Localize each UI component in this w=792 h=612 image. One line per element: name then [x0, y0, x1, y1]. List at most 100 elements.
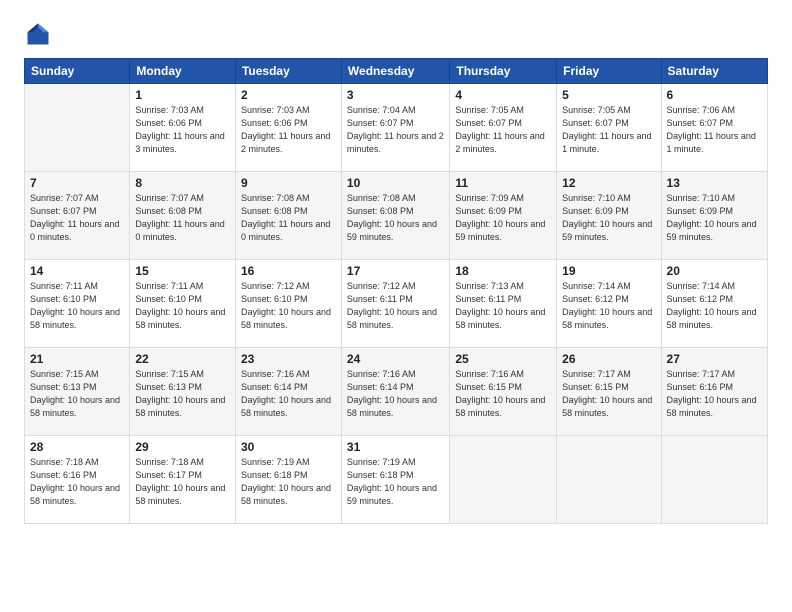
day-number: 6 — [667, 88, 762, 102]
day-number: 5 — [562, 88, 655, 102]
day-cell: 31 Sunrise: 7:19 AMSunset: 6:18 PMDayligh… — [341, 436, 449, 524]
day-info: Sunrise: 7:07 AMSunset: 6:07 PMDaylight:… — [30, 192, 124, 244]
header — [24, 20, 768, 48]
day-info: Sunrise: 7:03 AMSunset: 6:06 PMDaylight:… — [135, 104, 230, 156]
day-cell: 26 Sunrise: 7:17 AMSunset: 6:15 PMDayligh… — [557, 348, 661, 436]
day-cell: 7 Sunrise: 7:07 AMSunset: 6:07 PMDaylight… — [25, 172, 130, 260]
day-cell: 17 Sunrise: 7:12 AMSunset: 6:11 PMDayligh… — [341, 260, 449, 348]
day-number: 9 — [241, 176, 336, 190]
day-cell: 14 Sunrise: 7:11 AMSunset: 6:10 PMDayligh… — [25, 260, 130, 348]
day-info: Sunrise: 7:16 AMSunset: 6:14 PMDaylight:… — [241, 368, 336, 420]
day-cell: 21 Sunrise: 7:15 AMSunset: 6:13 PMDayligh… — [25, 348, 130, 436]
day-info: Sunrise: 7:16 AMSunset: 6:15 PMDaylight:… — [455, 368, 551, 420]
day-number: 11 — [455, 176, 551, 190]
calendar-table: Sunday Monday Tuesday Wednesday Thursday… — [24, 58, 768, 524]
day-info: Sunrise: 7:16 AMSunset: 6:14 PMDaylight:… — [347, 368, 444, 420]
day-number: 18 — [455, 264, 551, 278]
day-number: 15 — [135, 264, 230, 278]
day-number: 29 — [135, 440, 230, 454]
logo-icon — [24, 20, 52, 48]
logo — [24, 20, 56, 48]
day-cell: 20 Sunrise: 7:14 AMSunset: 6:12 PMDayligh… — [661, 260, 767, 348]
day-cell: 13 Sunrise: 7:10 AMSunset: 6:09 PMDayligh… — [661, 172, 767, 260]
day-number: 7 — [30, 176, 124, 190]
day-number: 13 — [667, 176, 762, 190]
day-number: 20 — [667, 264, 762, 278]
day-info: Sunrise: 7:06 AMSunset: 6:07 PMDaylight:… — [667, 104, 762, 156]
day-cell: 3Sunrise: 7:04 AMSunset: 6:07 PMDaylight… — [341, 84, 449, 172]
day-cell: 4 Sunrise: 7:05 AMSunset: 6:07 PMDaylight… — [450, 84, 557, 172]
day-cell: 28 Sunrise: 7:18 AMSunset: 6:16 PMDayligh… — [25, 436, 130, 524]
day-number: 21 — [30, 352, 124, 366]
day-number: 1 — [135, 88, 230, 102]
day-cell: 22 Sunrise: 7:15 AMSunset: 6:13 PMDayligh… — [130, 348, 236, 436]
day-info: Sunrise: 7:18 AMSunset: 6:16 PMDaylight:… — [30, 456, 124, 508]
day-cell: 18 Sunrise: 7:13 AMSunset: 6:11 PMDayligh… — [450, 260, 557, 348]
day-number: 3 — [347, 88, 444, 102]
header-row: Sunday Monday Tuesday Wednesday Thursday… — [25, 59, 768, 84]
day-number: 26 — [562, 352, 655, 366]
week-row-4: 28 Sunrise: 7:18 AMSunset: 6:16 PMDayligh… — [25, 436, 768, 524]
day-number: 23 — [241, 352, 336, 366]
day-number: 10 — [347, 176, 444, 190]
day-info: Sunrise: 7:19 AMSunset: 6:18 PMDaylight:… — [241, 456, 336, 508]
day-cell: 9 Sunrise: 7:08 AMSunset: 6:08 PMDaylight… — [235, 172, 341, 260]
day-number: 30 — [241, 440, 336, 454]
day-number: 22 — [135, 352, 230, 366]
day-cell: 1 Sunrise: 7:03 AMSunset: 6:06 PMDaylight… — [130, 84, 236, 172]
day-cell — [557, 436, 661, 524]
week-row-1: 7 Sunrise: 7:07 AMSunset: 6:07 PMDaylight… — [25, 172, 768, 260]
col-tuesday: Tuesday — [235, 59, 341, 84]
day-info: Sunrise: 7:05 AMSunset: 6:07 PMDaylight:… — [455, 104, 551, 156]
col-sunday: Sunday — [25, 59, 130, 84]
day-cell: 5 Sunrise: 7:05 AMSunset: 6:07 PMDaylight… — [557, 84, 661, 172]
day-number: 31 — [347, 440, 444, 454]
day-info: Sunrise: 7:12 AMSunset: 6:11 PMDaylight:… — [347, 280, 444, 332]
day-info: Sunrise: 7:15 AMSunset: 6:13 PMDaylight:… — [30, 368, 124, 420]
day-info: Sunrise: 7:17 AMSunset: 6:15 PMDaylight:… — [562, 368, 655, 420]
day-info: Sunrise: 7:08 AMSunset: 6:08 PMDaylight:… — [347, 192, 444, 244]
week-row-2: 14 Sunrise: 7:11 AMSunset: 6:10 PMDayligh… — [25, 260, 768, 348]
week-row-3: 21 Sunrise: 7:15 AMSunset: 6:13 PMDayligh… — [25, 348, 768, 436]
day-info: Sunrise: 7:05 AMSunset: 6:07 PMDaylight:… — [562, 104, 655, 156]
day-cell: 25Sunrise: 7:16 AMSunset: 6:15 PMDayligh… — [450, 348, 557, 436]
day-number: 4 — [455, 88, 551, 102]
day-cell: 11 Sunrise: 7:09 AMSunset: 6:09 PMDayligh… — [450, 172, 557, 260]
day-cell: 16Sunrise: 7:12 AMSunset: 6:10 PMDayligh… — [235, 260, 341, 348]
day-number: 19 — [562, 264, 655, 278]
day-info: Sunrise: 7:13 AMSunset: 6:11 PMDaylight:… — [455, 280, 551, 332]
day-cell: 15 Sunrise: 7:11 AMSunset: 6:10 PMDayligh… — [130, 260, 236, 348]
day-cell — [450, 436, 557, 524]
day-cell: 29Sunrise: 7:18 AMSunset: 6:17 PMDayligh… — [130, 436, 236, 524]
day-number: 24 — [347, 352, 444, 366]
week-row-0: 1 Sunrise: 7:03 AMSunset: 6:06 PMDaylight… — [25, 84, 768, 172]
day-cell: 27Sunrise: 7:17 AMSunset: 6:16 PMDayligh… — [661, 348, 767, 436]
day-info: Sunrise: 7:12 AMSunset: 6:10 PMDaylight:… — [241, 280, 336, 332]
day-cell: 6 Sunrise: 7:06 AMSunset: 6:07 PMDaylight… — [661, 84, 767, 172]
day-info: Sunrise: 7:15 AMSunset: 6:13 PMDaylight:… — [135, 368, 230, 420]
day-cell: 12Sunrise: 7:10 AMSunset: 6:09 PMDayligh… — [557, 172, 661, 260]
col-friday: Friday — [557, 59, 661, 84]
day-info: Sunrise: 7:03 AMSunset: 6:06 PMDaylight:… — [241, 104, 336, 156]
day-number: 8 — [135, 176, 230, 190]
page: Sunday Monday Tuesday Wednesday Thursday… — [0, 0, 792, 612]
day-number: 27 — [667, 352, 762, 366]
day-number: 28 — [30, 440, 124, 454]
day-number: 17 — [347, 264, 444, 278]
day-info: Sunrise: 7:14 AMSunset: 6:12 PMDaylight:… — [667, 280, 762, 332]
day-info: Sunrise: 7:08 AMSunset: 6:08 PMDaylight:… — [241, 192, 336, 244]
day-info: Sunrise: 7:11 AMSunset: 6:10 PMDaylight:… — [30, 280, 124, 332]
day-info: Sunrise: 7:11 AMSunset: 6:10 PMDaylight:… — [135, 280, 230, 332]
day-info: Sunrise: 7:10 AMSunset: 6:09 PMDaylight:… — [667, 192, 762, 244]
col-thursday: Thursday — [450, 59, 557, 84]
day-cell: 24 Sunrise: 7:16 AMSunset: 6:14 PMDayligh… — [341, 348, 449, 436]
day-cell: 23 Sunrise: 7:16 AMSunset: 6:14 PMDayligh… — [235, 348, 341, 436]
day-cell — [25, 84, 130, 172]
col-wednesday: Wednesday — [341, 59, 449, 84]
day-cell: 19Sunrise: 7:14 AMSunset: 6:12 PMDayligh… — [557, 260, 661, 348]
day-info: Sunrise: 7:09 AMSunset: 6:09 PMDaylight:… — [455, 192, 551, 244]
day-info: Sunrise: 7:10 AMSunset: 6:09 PMDaylight:… — [562, 192, 655, 244]
day-number: 14 — [30, 264, 124, 278]
day-info: Sunrise: 7:19 AMSunset: 6:18 PMDaylight:… — [347, 456, 444, 508]
day-cell: 10 Sunrise: 7:08 AMSunset: 6:08 PMDayligh… — [341, 172, 449, 260]
